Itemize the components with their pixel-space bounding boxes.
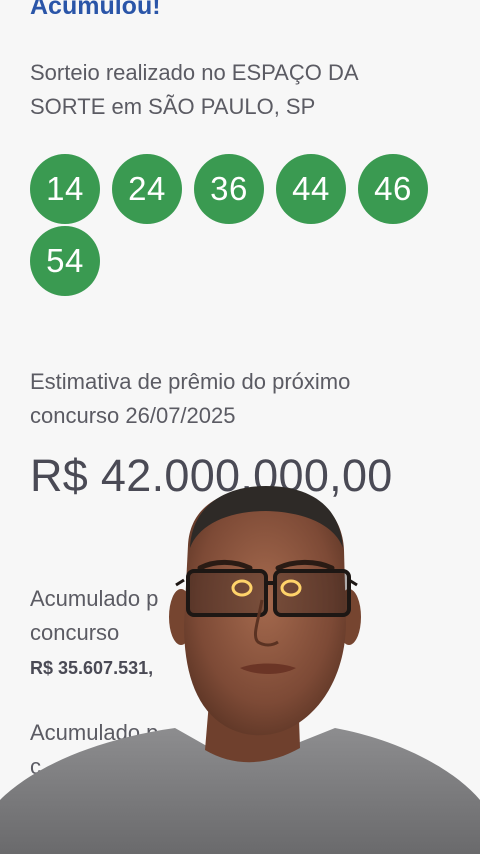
accumulated-2-label-line1: Acumulado p <box>30 720 159 745</box>
number-ball: 24 <box>112 154 182 224</box>
next-prize-estimate-value: R$ 42.000.000,00 <box>30 450 393 501</box>
lottery-result-page: Acumulou! Sorteio realizado no ESPAÇO DA… <box>0 0 480 854</box>
drawn-numbers: 14 24 36 44 46 54 <box>30 154 450 296</box>
number-ball: 36 <box>194 154 264 224</box>
accumulated-2-label-line2: c <box>30 754 41 779</box>
result-headline: Acumulou! <box>30 0 161 20</box>
next-prize-estimate-label: Estimativa de prêmio do próximo concurso… <box>30 369 351 428</box>
number-ball: 46 <box>358 154 428 224</box>
presenter-mouth <box>240 663 296 674</box>
accumulated-value: R$ 35.607.531, <box>30 658 154 678</box>
number-ball: 44 <box>276 154 346 224</box>
accumulated-label-line2: concurso <box>30 620 120 645</box>
number-ball: 14 <box>30 154 100 224</box>
presenter-eyebrow-left <box>197 559 253 571</box>
number-ball: 54 <box>30 226 100 296</box>
accumulated-label-line1: Acumulado p <box>30 586 159 611</box>
accumulated-label: Acumulado p concurso <box>30 582 390 650</box>
presenter-eyebrow-right <box>275 559 335 571</box>
draw-location-text: Sorteio realizado no ESPAÇO DA SORTE em … <box>30 60 358 119</box>
accumulated-label-2: Acumulado p c <box>30 716 390 784</box>
